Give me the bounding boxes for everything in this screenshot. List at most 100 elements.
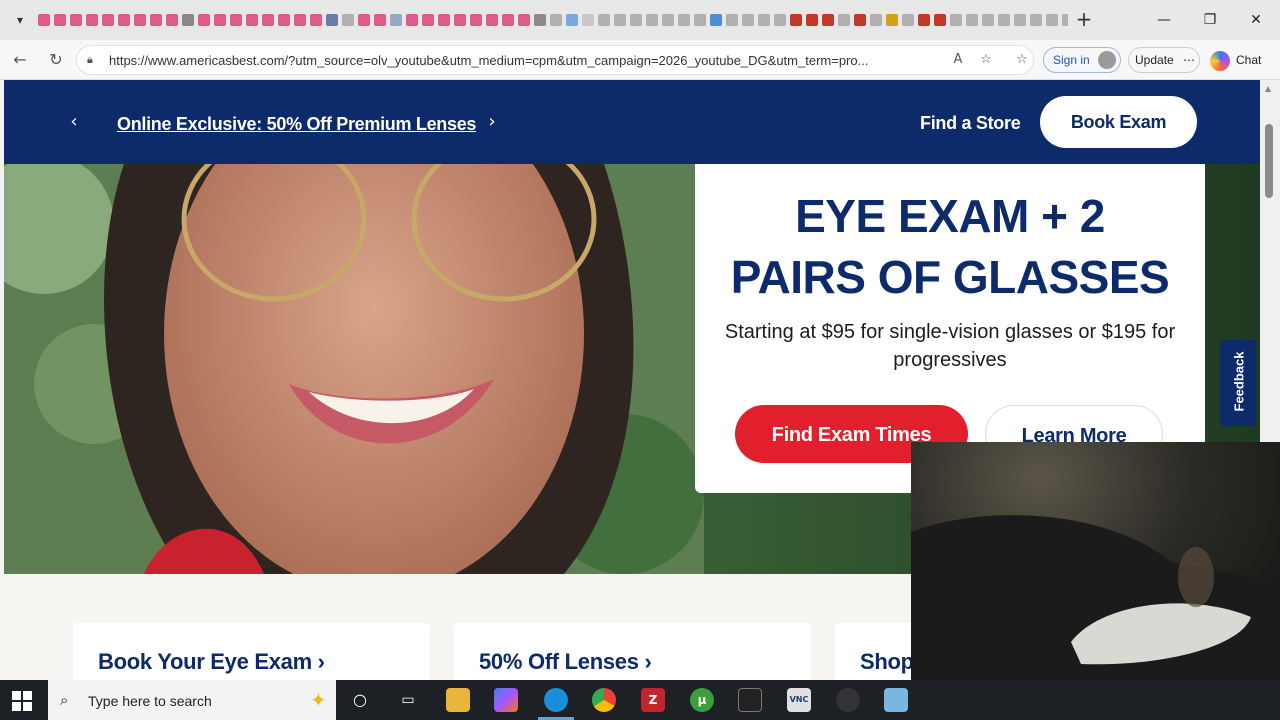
tab-favicon-icon[interactable]	[54, 14, 66, 26]
promo-prev-icon[interactable]: ‹	[66, 112, 82, 132]
tab-favicon-icon[interactable]	[550, 14, 562, 26]
close-window-button[interactable]: ✕	[1236, 6, 1276, 34]
tab-favicon-icon[interactable]	[438, 14, 450, 26]
tab-favicon-icon[interactable]	[534, 14, 546, 26]
tab-favicon-icon[interactable]	[342, 14, 354, 26]
tab-favicon-icon[interactable]	[1062, 14, 1068, 26]
tab-favicon-icon[interactable]	[950, 14, 962, 26]
cortana-icon[interactable]: ○	[348, 688, 372, 712]
tab-favicon-icon[interactable]	[326, 14, 338, 26]
tab-favicon-icon[interactable]	[646, 14, 658, 26]
tab-favicon-icon[interactable]	[486, 14, 498, 26]
utorrent-icon[interactable]: μ	[690, 688, 714, 712]
scroll-up-icon[interactable]: ▲	[1265, 84, 1275, 94]
tab-favicon-icon[interactable]	[118, 14, 130, 26]
favorites-icon[interactable]: ☆	[1013, 52, 1031, 70]
refresh-button[interactable]: ↻	[44, 48, 68, 72]
tab-favicon-icon[interactable]	[790, 14, 802, 26]
find-a-store-link[interactable]: Find a Store	[920, 113, 1021, 134]
tab-favicon-icon[interactable]	[966, 14, 978, 26]
tab-favicon-icon[interactable]	[310, 14, 322, 26]
tab-favicon-icon[interactable]	[1014, 14, 1026, 26]
tab-favicon-icon[interactable]	[358, 14, 370, 26]
tile-book-eye-exam[interactable]: Book Your Eye Exam ›	[73, 623, 430, 680]
tab-favicon-icon[interactable]	[902, 14, 914, 26]
tab-favicon-icon[interactable]	[230, 14, 242, 26]
copilot-chat-button[interactable]: Chat	[1210, 48, 1276, 72]
tab-favicon-icon[interactable]	[582, 14, 594, 26]
tab-favicon-icon[interactable]	[278, 14, 290, 26]
more-options-icon[interactable]: ⋯	[1183, 53, 1195, 67]
tab-favicon-icon[interactable]	[982, 14, 994, 26]
tab-favicon-icon[interactable]	[710, 14, 722, 26]
read-aloud-icon[interactable]: A	[949, 52, 967, 70]
terminal-icon[interactable]	[738, 688, 762, 712]
update-button[interactable]: Update ⋯	[1128, 47, 1200, 73]
tab-favicon-icon[interactable]	[726, 14, 738, 26]
task-view-icon[interactable]: ▭	[396, 688, 420, 712]
tab-favicon-icon[interactable]	[246, 14, 258, 26]
tab-favicon-icon[interactable]	[854, 14, 866, 26]
tab-favicon-icon[interactable]	[870, 14, 882, 26]
sign-in-button[interactable]: Sign in	[1043, 47, 1121, 73]
tab-favicon-icon[interactable]	[1046, 14, 1058, 26]
tab-favicon-icon[interactable]	[742, 14, 754, 26]
scrollbar-thumb[interactable]	[1265, 124, 1273, 198]
obs-icon[interactable]	[836, 688, 860, 712]
edge-browser-icon[interactable]	[544, 688, 568, 712]
notes-app-icon[interactable]	[884, 688, 908, 712]
promo-link[interactable]: Online Exclusive: 50% Off Premium Lenses	[117, 114, 476, 135]
tab-favicon-icon[interactable]	[470, 14, 482, 26]
chrome-browser-icon[interactable]	[592, 688, 616, 712]
tile-lenses-offer[interactable]: 50% Off Lenses ›	[454, 623, 811, 680]
copilot-app-icon[interactable]	[494, 688, 518, 712]
tab-favicon-icon[interactable]	[630, 14, 642, 26]
tab-favicon-icon[interactable]	[70, 14, 82, 26]
tab-favicon-icon[interactable]	[598, 14, 610, 26]
tab-favicon-icon[interactable]	[806, 14, 818, 26]
tab-favicon-icon[interactable]	[134, 14, 146, 26]
maximize-button[interactable]: ❐	[1190, 6, 1230, 34]
lock-icon[interactable]: 🔒︎	[87, 53, 101, 67]
tab-favicon-icon[interactable]	[838, 14, 850, 26]
tab-favicon-icon[interactable]	[214, 14, 226, 26]
promo-next-icon[interactable]: ›	[484, 112, 500, 132]
tab-favicon-icon[interactable]	[758, 14, 770, 26]
favorite-star-icon[interactable]: ☆	[977, 52, 995, 70]
tab-favicon-icon[interactable]	[86, 14, 98, 26]
windows-start-icon[interactable]	[12, 691, 32, 711]
tab-favicon-icon[interactable]	[998, 14, 1010, 26]
tab-actions-menu-icon[interactable]: ▾	[8, 8, 32, 32]
tab-favicon-icon[interactable]	[518, 14, 530, 26]
tab-favicon-icon[interactable]	[1030, 14, 1042, 26]
vnc-viewer-icon[interactable]: VNC	[787, 688, 811, 712]
minimize-button[interactable]: —	[1144, 6, 1184, 34]
tab-favicon-icon[interactable]	[678, 14, 690, 26]
tab-favicon-icon[interactable]	[662, 14, 674, 26]
tab-favicon-icon[interactable]	[822, 14, 834, 26]
taskbar-search-box[interactable]: ⌕ Type here to search ✦	[48, 680, 336, 720]
tab-favicon-icon[interactable]	[918, 14, 930, 26]
tab-favicon-icon[interactable]	[774, 14, 786, 26]
tab-favicon-icon[interactable]	[198, 14, 210, 26]
url-text[interactable]: https://www.americasbest.com/?utm_source…	[109, 53, 939, 69]
tab-list[interactable]	[38, 10, 1068, 30]
tab-favicon-icon[interactable]	[294, 14, 306, 26]
tab-favicon-icon[interactable]	[502, 14, 514, 26]
tab-favicon-icon[interactable]	[694, 14, 706, 26]
tab-favicon-icon[interactable]	[182, 14, 194, 26]
tab-favicon-icon[interactable]	[166, 14, 178, 26]
tab-favicon-icon[interactable]	[454, 14, 466, 26]
tab-favicon-icon[interactable]	[262, 14, 274, 26]
tab-favicon-icon[interactable]	[150, 14, 162, 26]
tab-favicon-icon[interactable]	[38, 14, 50, 26]
tab-favicon-icon[interactable]	[374, 14, 386, 26]
back-button[interactable]: ←	[8, 48, 32, 72]
tab-favicon-icon[interactable]	[566, 14, 578, 26]
filezilla-icon[interactable]: Z	[641, 688, 665, 712]
tab-favicon-icon[interactable]	[102, 14, 114, 26]
file-explorer-icon[interactable]	[446, 688, 470, 712]
tab-favicon-icon[interactable]	[614, 14, 626, 26]
tab-favicon-icon[interactable]	[390, 14, 402, 26]
tab-favicon-icon[interactable]	[886, 14, 898, 26]
